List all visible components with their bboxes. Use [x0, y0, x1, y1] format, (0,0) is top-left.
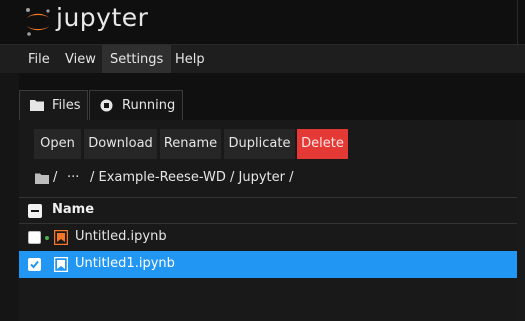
- breadcrumb-root[interactable]: /: [53, 169, 57, 187]
- list-header: Name: [19, 197, 525, 224]
- file-row-selected[interactable]: Untitled1.ipynb: [19, 251, 525, 278]
- row-checkbox[interactable]: [28, 231, 41, 244]
- row-checkbox-checked[interactable]: [28, 258, 41, 271]
- file-name: Untitled.ipynb: [75, 229, 167, 244]
- tab-files[interactable]: Files: [19, 90, 88, 121]
- scrollbar[interactable]: [517, 120, 525, 321]
- select-all-checkbox[interactable]: [28, 204, 42, 218]
- breadcrumb-path[interactable]: / Example-Reese-WD / Jupyter /: [90, 169, 293, 187]
- top-bar: jupyter: [0, 0, 525, 44]
- tab-running-label: Running: [122, 98, 176, 113]
- menu-file[interactable]: File: [20, 45, 58, 74]
- folder-icon: [30, 100, 44, 111]
- running-indicator: [45, 236, 49, 240]
- tab-files-label: Files: [52, 98, 81, 113]
- notebook-icon: [54, 257, 68, 272]
- file-row[interactable]: Untitled.ipynb: [19, 224, 525, 251]
- menu-bar: File View Settings Help: [0, 44, 525, 74]
- topbar-divider: [517, 0, 525, 44]
- download-button[interactable]: Download: [84, 129, 157, 159]
- delete-button[interactable]: Delete: [297, 129, 348, 159]
- breadcrumb-folder-icon[interactable]: [35, 173, 49, 184]
- menu-help[interactable]: Help: [167, 45, 213, 74]
- duplicate-button[interactable]: Duplicate: [224, 129, 295, 159]
- menu-view[interactable]: View: [57, 45, 104, 74]
- breadcrumb-ellipsis[interactable]: ···: [67, 169, 79, 187]
- rename-button[interactable]: Rename: [160, 129, 221, 159]
- open-button[interactable]: Open: [34, 129, 81, 159]
- name-column-header[interactable]: Name: [52, 202, 94, 217]
- stop-circle-icon: [100, 99, 113, 112]
- app-title: jupyter: [56, 3, 149, 32]
- file-name: Untitled1.ipynb: [75, 256, 175, 271]
- menu-settings[interactable]: Settings: [102, 45, 172, 74]
- notebook-icon: [54, 230, 68, 245]
- left-strip: [0, 73, 19, 321]
- jupyter-logo-icon: [26, 8, 50, 36]
- tab-running[interactable]: Running: [89, 90, 183, 121]
